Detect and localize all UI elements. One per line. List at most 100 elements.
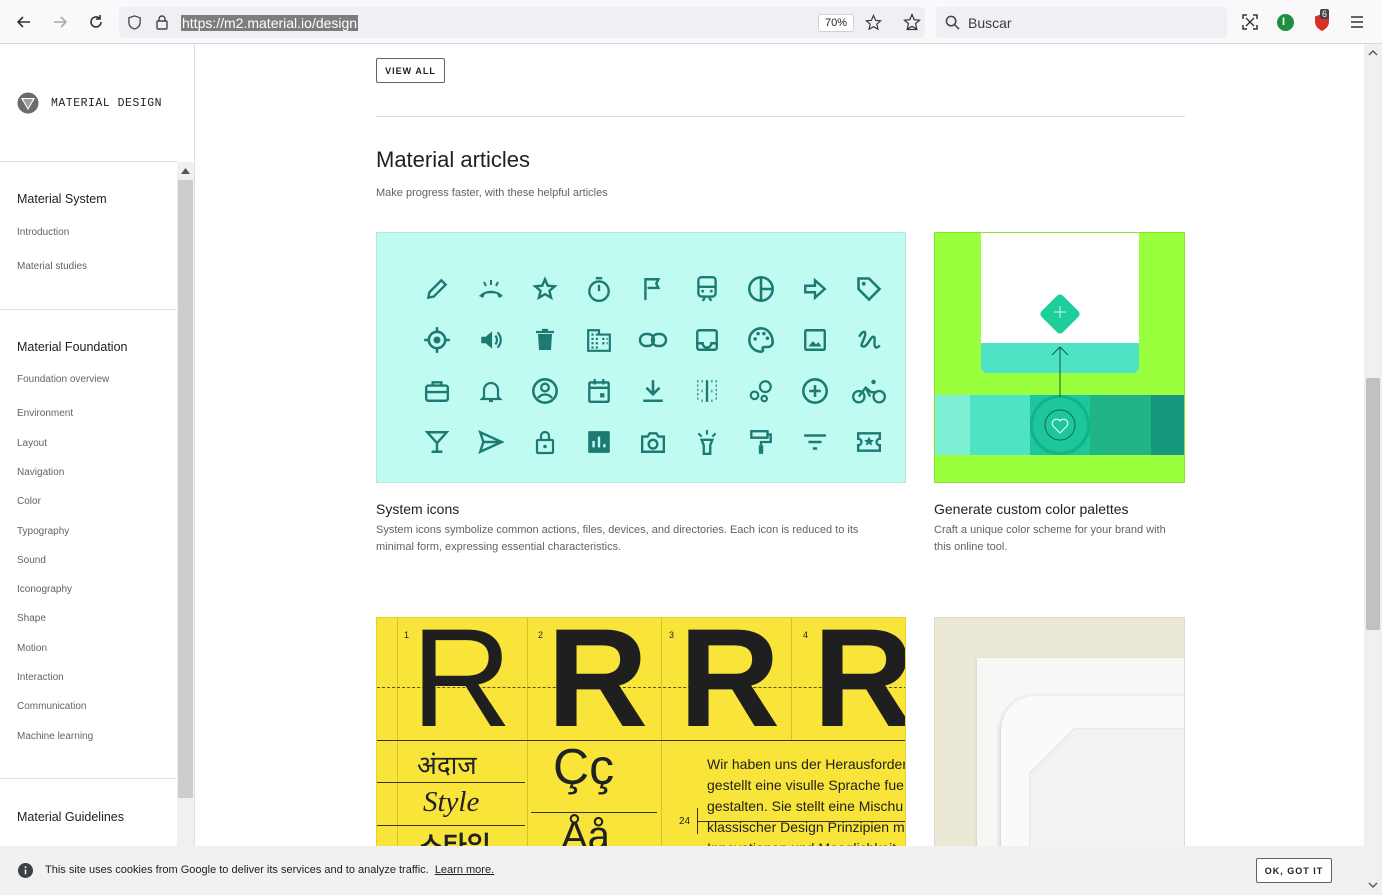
bookmarks-icon[interactable] — [903, 12, 921, 36]
search-icon — [945, 15, 960, 35]
german-paragraph: Wir haben uns der Herausforder gestellt … — [707, 754, 906, 846]
arrow-forward-icon — [788, 263, 842, 314]
lock-icon[interactable] — [155, 14, 169, 35]
learn-more-link[interactable]: Learn more. — [435, 864, 494, 876]
card-title-system-icons[interactable]: System icons — [376, 501, 459, 517]
sidebar-heading-material-guidelines[interactable]: Material Guidelines — [17, 810, 124, 824]
scroll-up-arrow-icon[interactable] — [177, 162, 194, 179]
grid-line — [397, 618, 398, 846]
sample-devanagari: अंदाज — [417, 751, 477, 781]
sidebar-item-foundation-overview[interactable]: Foundation overview — [17, 374, 109, 385]
brand[interactable]: MATERIAL DESIGN — [17, 92, 162, 114]
browser-toolbar: https://m2.material.io/design 70% Buscar… — [0, 0, 1382, 44]
sidebar-item-material-studies[interactable]: Material studies — [17, 261, 87, 272]
search-box[interactable]: Buscar — [936, 7, 1227, 38]
card-title-color-palettes[interactable]: Generate custom color palettes — [934, 501, 1129, 517]
glyph-black: R — [813, 617, 906, 756]
sidebar-item-color[interactable]: Color — [17, 496, 41, 507]
sidebar-item-navigation[interactable]: Navigation — [17, 467, 64, 478]
add-circle-icon — [788, 365, 842, 416]
sidebar-scroll-thumb[interactable] — [178, 180, 193, 798]
shield-extension-icon[interactable]: 6 — [1313, 9, 1331, 37]
search-placeholder: Buscar — [968, 15, 1012, 31]
shield-icon[interactable] — [127, 15, 142, 35]
sidebar-heading-material-system[interactable]: Material System — [17, 192, 107, 206]
sidebar-item-sound[interactable]: Sound — [17, 555, 46, 566]
sidebar-scrollbar[interactable] — [177, 162, 194, 846]
column-number: 2 — [538, 630, 544, 640]
sidebar-item-communication[interactable]: Communication — [17, 701, 86, 712]
section-title: Material articles — [376, 147, 531, 172]
sidebar-item-machine-learning[interactable]: Machine learning — [17, 731, 93, 742]
sidebar-item-layout[interactable]: Layout — [17, 438, 47, 449]
sidebar-item-iconography[interactable]: Iconography — [17, 584, 72, 595]
pencil-icon — [410, 263, 464, 314]
ok-got-it-button[interactable]: OK, GOT IT — [1256, 858, 1332, 883]
link-icon — [626, 314, 680, 365]
color-palette-image[interactable] — [934, 232, 1185, 483]
filter-list-icon — [788, 416, 842, 467]
insert-chart-icon — [572, 416, 626, 467]
info-icon — [18, 863, 33, 878]
reload-icon[interactable] — [85, 11, 107, 33]
system-icons-image[interactable] — [376, 232, 906, 483]
swatch — [1090, 395, 1151, 455]
screenshot-icon[interactable] — [1241, 13, 1259, 36]
star-icon[interactable] — [865, 13, 882, 36]
rule — [377, 782, 525, 783]
sidebar-item-typography[interactable]: Typography — [17, 526, 69, 537]
sidebar-divider — [0, 778, 177, 779]
column-number: 3 — [669, 630, 675, 640]
local-bar-icon — [410, 416, 464, 467]
extension-green-icon[interactable]: I — [1277, 14, 1294, 31]
flag-icon — [626, 263, 680, 314]
local-activity-icon — [842, 416, 896, 467]
palette-icon — [734, 314, 788, 365]
swatch — [970, 395, 1030, 455]
card-desc-system-icons: System icons symbolize common actions, f… — [376, 524, 859, 553]
business-icon — [572, 314, 626, 365]
scroll-down-icon[interactable] — [1368, 882, 1378, 889]
bike-icon — [842, 365, 896, 416]
event-icon — [572, 365, 626, 416]
menu-icon[interactable] — [1349, 14, 1365, 35]
german-line: Wir haben uns der Herausforder — [707, 756, 906, 772]
sample-ring: Åå — [561, 814, 610, 846]
page-scrollbar[interactable] — [1364, 44, 1382, 895]
url-text[interactable]: https://m2.material.io/design — [181, 15, 359, 31]
sidebar-divider — [0, 161, 177, 162]
work-icon — [410, 365, 464, 416]
sidebar-item-introduction[interactable]: Introduction — [17, 227, 69, 238]
zoom-indicator[interactable]: 70% — [818, 14, 854, 32]
account-circle-icon — [518, 365, 572, 416]
back-icon[interactable] — [13, 11, 35, 33]
timer-icon — [572, 263, 626, 314]
sidebar-item-shape[interactable]: Shape — [17, 613, 46, 624]
sidebar-heading-material-foundation[interactable]: Material Foundation — [17, 340, 127, 354]
cookie-text: This site uses cookies from Google to de… — [45, 864, 429, 876]
shape-image[interactable] — [934, 617, 1185, 846]
sidebar-item-interaction[interactable]: Interaction — [17, 672, 64, 683]
add-icon — [1052, 304, 1068, 320]
call-end-icon — [464, 263, 518, 314]
address-bar[interactable]: https://m2.material.io/design 70% — [119, 7, 925, 38]
heart-icon — [1044, 409, 1076, 441]
lock-icon — [518, 416, 572, 467]
forward-icon[interactable] — [49, 11, 71, 33]
brand-title: MATERIAL DESIGN — [51, 96, 163, 110]
icons-grid — [410, 263, 896, 467]
section-divider — [376, 116, 1185, 117]
view-all-button[interactable]: VIEW ALL — [376, 58, 445, 83]
typography-image[interactable]: 1 2 3 4 R R R R अंदाज Style 스타일 Çç Åå 24… — [376, 617, 906, 846]
page-scroll-thumb[interactable] — [1366, 378, 1380, 630]
german-line: Innovationen und Moeglichkeit — [707, 838, 905, 846]
shape-cut-card — [1029, 728, 1184, 846]
grid-line — [791, 618, 792, 740]
sidebar-item-motion[interactable]: Motion — [17, 643, 47, 654]
send-icon — [464, 416, 518, 467]
rule — [531, 812, 657, 813]
sidebar-item-environment[interactable]: Environment — [17, 408, 73, 419]
highlight-icon — [680, 416, 734, 467]
scroll-up-icon[interactable] — [1368, 49, 1378, 56]
volume-icon — [464, 314, 518, 365]
